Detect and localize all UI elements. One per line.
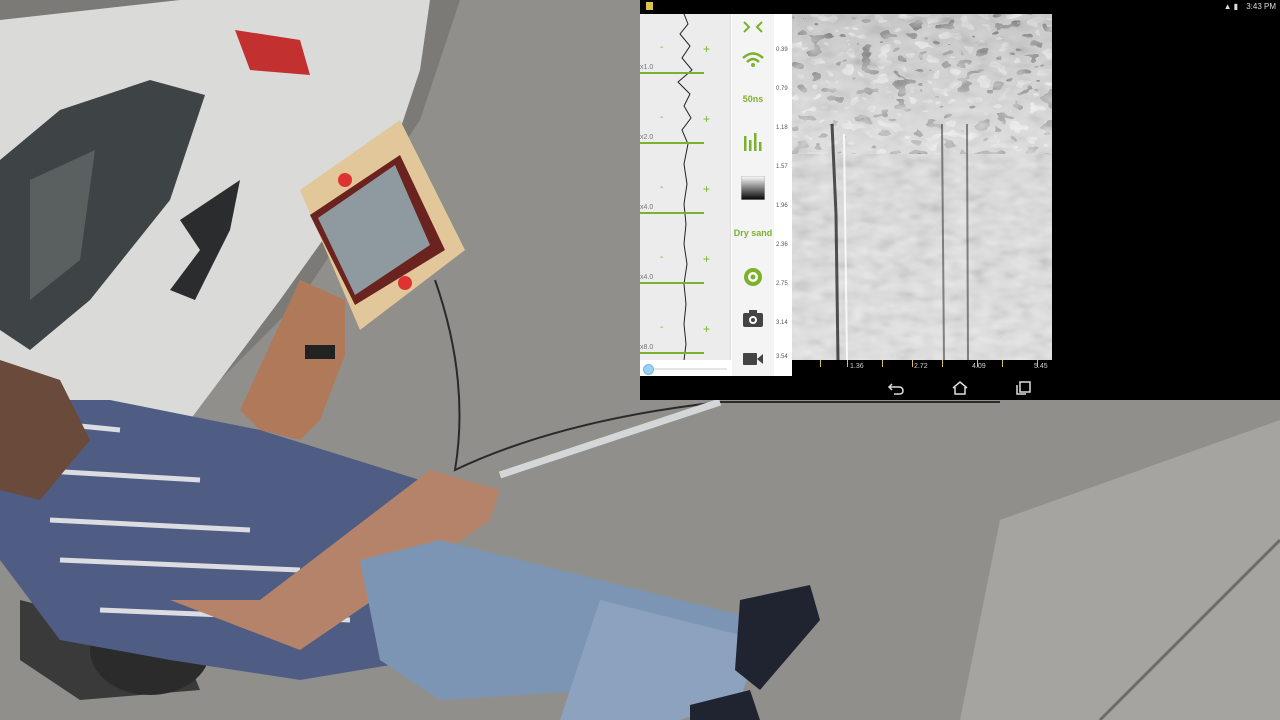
chevrons-icon — [743, 21, 763, 33]
gain-increase-button[interactable]: + — [703, 252, 710, 266]
depth-tick: 1.18 — [776, 125, 788, 131]
soil-type-button[interactable]: Dry sand — [732, 228, 774, 238]
depth-tick: 0.79 — [776, 86, 788, 92]
gain-decrease-button[interactable]: - — [660, 252, 663, 263]
gain-increase-button[interactable]: + — [703, 112, 710, 126]
gain-level-label: x4.0 — [640, 204, 654, 211]
gain-level-line[interactable] — [640, 72, 704, 74]
gain-decrease-button[interactable]: - — [660, 322, 663, 333]
gain-increase-button[interactable]: + — [703, 322, 710, 336]
depth-tick: 0.39 — [776, 47, 788, 53]
bar-chart-icon — [744, 133, 762, 151]
back-icon — [887, 383, 904, 395]
home-button[interactable] — [950, 380, 970, 396]
battery-icon: ▮ — [1233, 2, 1240, 11]
gain-level-label: x1.0 — [640, 64, 654, 71]
tablet-screen-capture: ▲▮ 3:43 PM - + x1.0 - + x2.0 - + x4.0 - … — [640, 0, 1280, 400]
wifi-icon: ▲ — [1223, 2, 1234, 11]
distance-axis: 1.36 2.72 4.09 5.45 — [792, 360, 1052, 376]
distance-tick: 5.45 — [1034, 363, 1048, 370]
depth-tick: 3.54 — [776, 354, 788, 360]
status-bar: ▲▮ 3:43 PM — [640, 0, 1280, 14]
gain-level-label: x2.0 — [640, 134, 654, 141]
recents-icon — [1016, 381, 1031, 395]
depth-tick: 1.57 — [776, 164, 788, 170]
distance-tick: 2.72 — [914, 363, 928, 370]
scan-progress[interactable] — [640, 360, 730, 376]
gain-decrease-button[interactable]: - — [660, 182, 663, 193]
gpr-app: - + x1.0 - + x2.0 - + x4.0 - + x4.0 - + … — [640, 14, 1052, 376]
a-scan-trace — [677, 14, 693, 360]
progress-handle[interactable] — [643, 364, 654, 375]
distance-tick: 1.36 — [850, 363, 864, 370]
gain-decrease-button[interactable]: - — [660, 112, 663, 123]
contrast-button[interactable] — [732, 176, 774, 200]
camera-icon — [743, 310, 763, 327]
gain-increase-button[interactable]: + — [703, 42, 710, 56]
gain-level-line[interactable] — [640, 212, 704, 214]
wifi-signal-icon — [742, 52, 764, 67]
radargram-image — [792, 14, 1052, 360]
gain-increase-button[interactable]: + — [703, 182, 710, 196]
distance-tick: 4.09 — [972, 363, 986, 370]
gain-level-line[interactable] — [640, 352, 704, 354]
clock: 3:43 PM — [1246, 2, 1276, 11]
gain-level-line[interactable] — [640, 282, 704, 284]
video-button[interactable] — [732, 350, 774, 368]
depth-tick: 2.75 — [776, 281, 788, 287]
navigation-bar — [640, 376, 1280, 400]
gain-bars-button[interactable] — [732, 130, 774, 152]
video-camera-icon — [743, 353, 763, 365]
depth-tick: 3.14 — [776, 320, 788, 326]
gradient-icon — [741, 176, 765, 200]
collapse-toggle-button[interactable] — [732, 20, 774, 34]
recents-button[interactable] — [1014, 380, 1034, 396]
record-button[interactable] — [732, 266, 774, 288]
notification-icon — [646, 2, 653, 10]
record-icon — [744, 268, 762, 286]
progress-track — [652, 368, 727, 370]
gain-panel: - + x1.0 - + x2.0 - + x4.0 - + x4.0 - + … — [640, 14, 731, 360]
toolbar: 50ns Dry sand — [732, 14, 774, 376]
antenna-button[interactable] — [732, 50, 774, 68]
status-icons: ▲▮ — [1224, 2, 1240, 11]
gain-level-line[interactable] — [640, 142, 704, 144]
depth-tick: 1.96 — [776, 203, 788, 209]
depth-tick: 2.36 — [776, 242, 788, 248]
gain-decrease-button[interactable]: - — [660, 42, 663, 53]
camera-button[interactable] — [732, 308, 774, 328]
depth-axis: 0.39 0.79 1.18 1.57 1.96 2.36 2.75 3.14 … — [774, 14, 792, 360]
home-icon — [952, 381, 968, 395]
time-range-button[interactable]: 50ns — [732, 94, 774, 104]
gain-level-label: x8.0 — [640, 344, 654, 351]
gain-level-label: x4.0 — [640, 274, 654, 281]
radargram-view[interactable] — [792, 14, 1052, 360]
back-button[interactable] — [886, 380, 906, 396]
